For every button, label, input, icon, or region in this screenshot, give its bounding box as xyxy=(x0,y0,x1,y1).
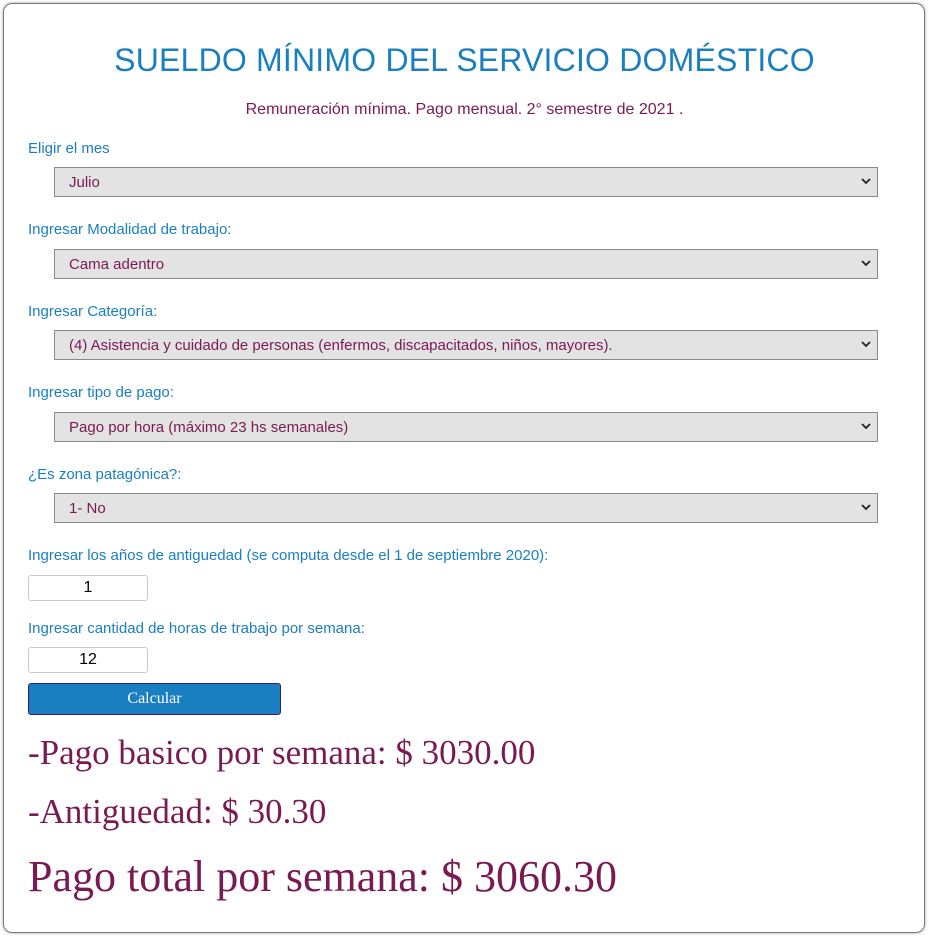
chevron-down-icon xyxy=(861,178,871,185)
chevron-down-icon xyxy=(861,504,871,511)
categoria-label: Ingresar Categoría: xyxy=(28,303,158,320)
page-title: SUELDO MÍNIMO DEL SERVICIO DOMÉSTICO xyxy=(114,42,815,78)
mes-select-value: Julio xyxy=(69,174,100,191)
pago-total-result: Pago total por semana: $ 3060.30 xyxy=(28,852,618,901)
mes-label: Eligir el mes xyxy=(28,140,110,157)
modalidad-select[interactable]: Cama adentro xyxy=(54,249,878,279)
page-subtitle: Remuneración mínima. Pago mensual. 2° se… xyxy=(245,101,684,118)
chevron-down-icon xyxy=(861,260,871,267)
categoria-select[interactable]: (4) Asistencia y cuidado de personas (en… xyxy=(54,330,878,360)
tipo-pago-select[interactable]: Pago por hora (máximo 23 hs semanales) xyxy=(54,412,878,442)
categoria-select-value: (4) Asistencia y cuidado de personas (en… xyxy=(69,337,613,354)
mes-select[interactable]: Julio xyxy=(54,167,878,197)
tipo-pago-label: Ingresar tipo de pago: xyxy=(28,384,174,401)
antiguedad-result: -Antiguedad: $ 30.30 xyxy=(28,792,327,831)
horas-label: Ingresar cantidad de horas de trabajo po… xyxy=(28,620,365,637)
modalidad-select-value: Cama adentro xyxy=(69,256,165,273)
chevron-down-icon xyxy=(861,423,871,430)
calcular-button[interactable]: Calcular xyxy=(28,683,281,715)
pago-basico-result: -Pago basico por semana: $ 3030.00 xyxy=(28,733,536,772)
zona-select[interactable]: 1- No xyxy=(54,493,878,523)
zona-select-value: 1- No xyxy=(69,500,106,517)
antiguedad-input[interactable]: 1 xyxy=(28,575,148,601)
zona-label: ¿Es zona patagónica?: xyxy=(28,466,182,483)
modalidad-label: Ingresar Modalidad de trabajo: xyxy=(28,221,232,238)
antiguedad-label: Ingresar los años de antiguedad (se comp… xyxy=(28,547,549,564)
chevron-down-icon xyxy=(861,341,871,348)
tipo-pago-select-value: Pago por hora (máximo 23 hs semanales) xyxy=(69,419,349,436)
horas-input[interactable]: 12 xyxy=(28,647,148,673)
